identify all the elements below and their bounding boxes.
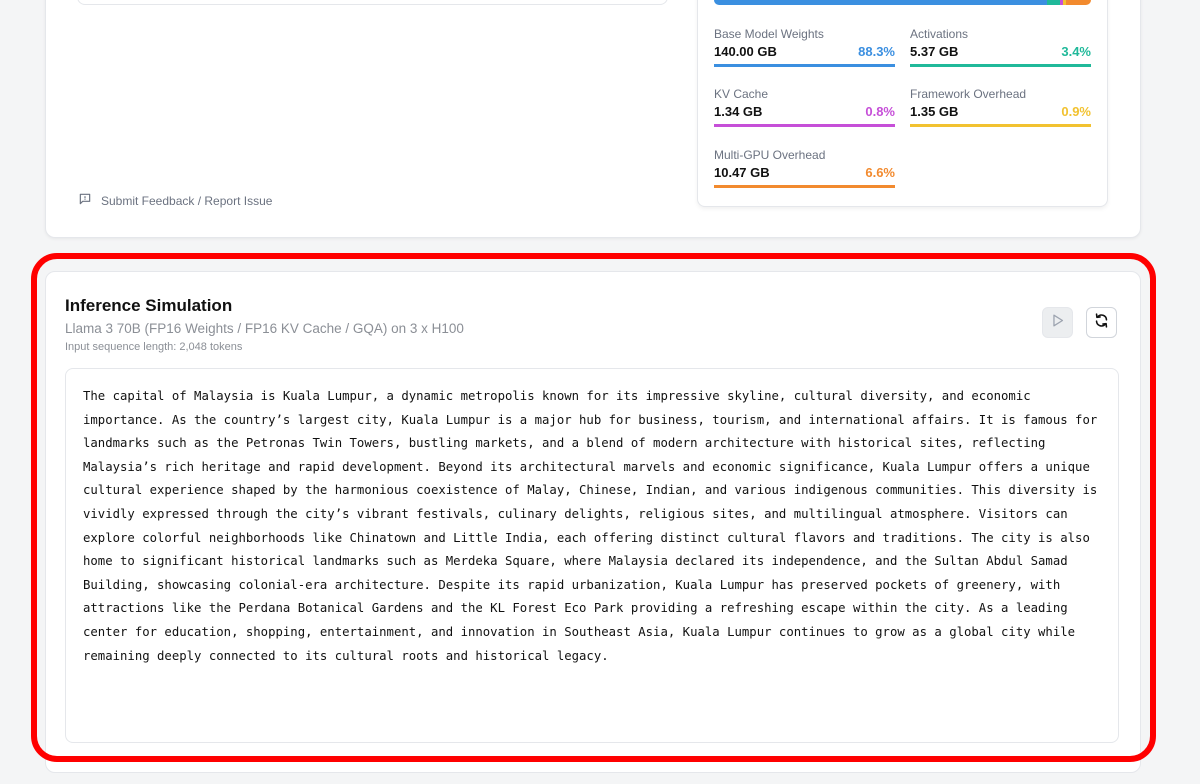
memory-item-percent: 88.3% (858, 44, 895, 59)
memory-item-value: 1.34 GB (714, 104, 763, 119)
inference-simulation-card: Inference Simulation Llama 3 70B (FP16 W… (45, 271, 1141, 773)
memory-item-multi-gpu-overhead: Multi-GPU Overhead 10.47 GB 6.6% (714, 148, 895, 188)
memory-item-value: 1.35 GB (910, 104, 959, 119)
play-icon (1049, 312, 1066, 334)
memory-item-value: 5.37 GB (910, 44, 959, 59)
calculator-card: Submit Feedback / Report Issue Base Mode… (45, 0, 1141, 238)
page: Submit Feedback / Report Issue Base Mode… (0, 0, 1200, 784)
memory-item-row: 1.34 GB 0.8% (714, 104, 895, 127)
memory-item-percent: 0.8% (865, 104, 895, 119)
memory-bar-segment (1066, 0, 1091, 5)
memory-item-value: 140.00 GB (714, 44, 777, 59)
memory-item-percent: 0.9% (1061, 104, 1091, 119)
memory-item-percent: 6.6% (865, 165, 895, 180)
feedback-label: Submit Feedback / Report Issue (101, 193, 273, 208)
memory-item-label: Base Model Weights (714, 27, 824, 41)
memory-item-base-weights: Base Model Weights 140.00 GB 88.3% (714, 27, 895, 67)
memory-item-activations: Activations 5.37 GB 3.4% (910, 27, 1091, 67)
memory-breakdown-card: Base Model Weights 140.00 GB 88.3% Activ… (697, 0, 1108, 207)
message-icon (78, 192, 92, 209)
memory-stacked-bar (714, 0, 1091, 5)
memory-item-row: 1.35 GB 0.9% (910, 104, 1091, 127)
memory-bar-segment (1046, 0, 1060, 5)
inference-title: Inference Simulation (65, 296, 233, 315)
feedback-link[interactable]: Submit Feedback / Report Issue (78, 192, 272, 209)
refresh-icon (1093, 312, 1110, 334)
memory-item-row: 5.37 GB 3.4% (910, 44, 1091, 67)
memory-item-label: Framework Overhead (910, 87, 1027, 101)
memory-bar-segment (714, 0, 1047, 5)
memory-item-label: KV Cache (714, 87, 769, 101)
memory-item-row: 10.47 GB 6.6% (714, 165, 895, 188)
memory-item-value: 10.47 GB (714, 165, 770, 180)
memory-item-percent: 3.4% (1061, 44, 1091, 59)
generated-output-text: The capital of Malaysia is Kuala Lumpur,… (83, 389, 1098, 663)
inference-subtitle: Llama 3 70B (FP16 Weights / FP16 KV Cach… (65, 321, 464, 336)
input-sequence-length: Input sequence length: 2,048 tokens (65, 341, 243, 353)
previous-input-field[interactable] (77, 0, 668, 5)
memory-item-label: Activations (910, 27, 969, 41)
generated-output-box[interactable]: The capital of Malaysia is Kuala Lumpur,… (65, 368, 1119, 743)
memory-item-label: Multi-GPU Overhead (714, 148, 826, 162)
memory-item-kv-cache: KV Cache 1.34 GB 0.8% (714, 87, 895, 127)
memory-item-framework-overhead: Framework Overhead 1.35 GB 0.9% (910, 87, 1091, 127)
refresh-button[interactable] (1086, 307, 1117, 338)
memory-item-row: 140.00 GB 88.3% (714, 44, 895, 67)
play-button[interactable] (1042, 307, 1073, 338)
